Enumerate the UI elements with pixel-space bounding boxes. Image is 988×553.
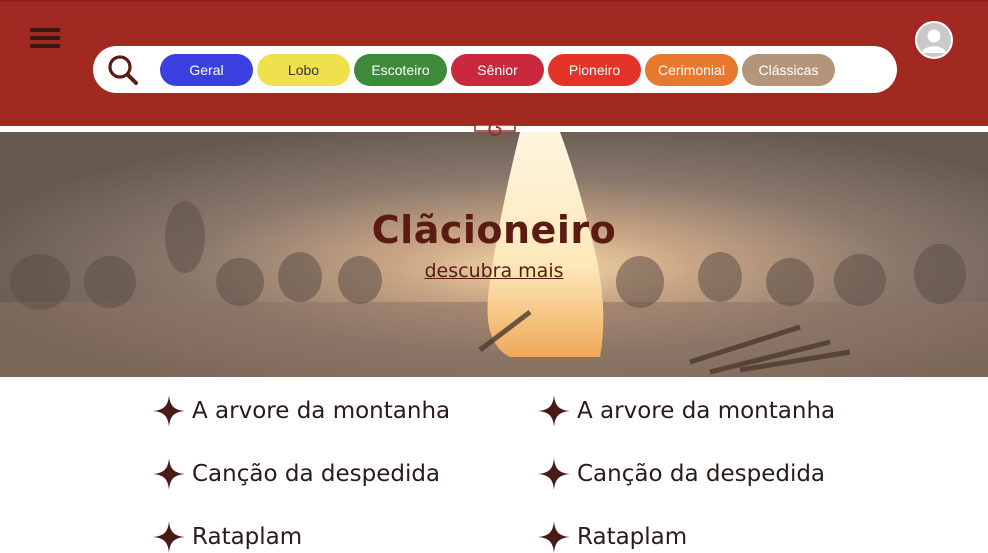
- discover-more-link[interactable]: descubra mais: [0, 260, 988, 282]
- category-search-bar: Geral Lobo Escoteiro Sênior Pioneiro Cerimoni…: [93, 46, 897, 93]
- song-list-item[interactable]: Rataplam: [538, 521, 687, 553]
- scout-knot-icon: [474, 120, 516, 136]
- category-chip-classicas[interactable]: Clássicas: [742, 54, 835, 86]
- star-icon: [538, 458, 570, 490]
- star-icon: [153, 521, 185, 553]
- category-chip-pioneiro[interactable]: Pioneiro: [548, 54, 641, 86]
- song-title: Rataplam: [192, 524, 303, 550]
- star-icon: [538, 395, 570, 427]
- song-title: Canção da despedida: [192, 461, 441, 487]
- hero-title: Clãcioneiro: [371, 208, 617, 252]
- song-title: Canção da despedida: [577, 461, 826, 487]
- song-title: A arvore da montanha: [192, 398, 451, 424]
- star-icon: [153, 395, 185, 427]
- user-avatar-icon[interactable]: [915, 21, 953, 59]
- song-list: A arvore da montanha A arvore da montanh…: [0, 377, 988, 553]
- star-icon: [538, 521, 570, 553]
- category-chip-lobo[interactable]: Lobo: [257, 54, 350, 86]
- song-list-item[interactable]: A arvore da montanha: [538, 395, 835, 427]
- search-icon[interactable]: [107, 54, 139, 86]
- song-list-item[interactable]: Canção da despedida: [538, 458, 825, 490]
- campfire-image: [0, 132, 988, 377]
- category-chip-senior[interactable]: Sênior: [451, 54, 544, 86]
- category-chip-cerimonial[interactable]: Cerimonial: [645, 54, 738, 86]
- song-list-item[interactable]: A arvore da montanha: [153, 395, 450, 427]
- hero-banner: [0, 132, 988, 377]
- category-chips: Geral Lobo Escoteiro Sênior Pioneiro Cerimoni…: [160, 54, 835, 86]
- song-title: A arvore da montanha: [577, 398, 836, 424]
- song-list-item[interactable]: Rataplam: [153, 521, 302, 553]
- category-chip-escoteiro[interactable]: Escoteiro: [354, 54, 447, 86]
- song-title: Rataplam: [577, 524, 688, 550]
- song-list-item[interactable]: Canção da despedida: [153, 458, 440, 490]
- hamburger-menu-icon[interactable]: [30, 28, 60, 48]
- top-header: Geral Lobo Escoteiro Sênior Pioneiro Cerimoni…: [0, 0, 988, 126]
- star-icon: [153, 458, 185, 490]
- category-chip-geral[interactable]: Geral: [160, 54, 253, 86]
